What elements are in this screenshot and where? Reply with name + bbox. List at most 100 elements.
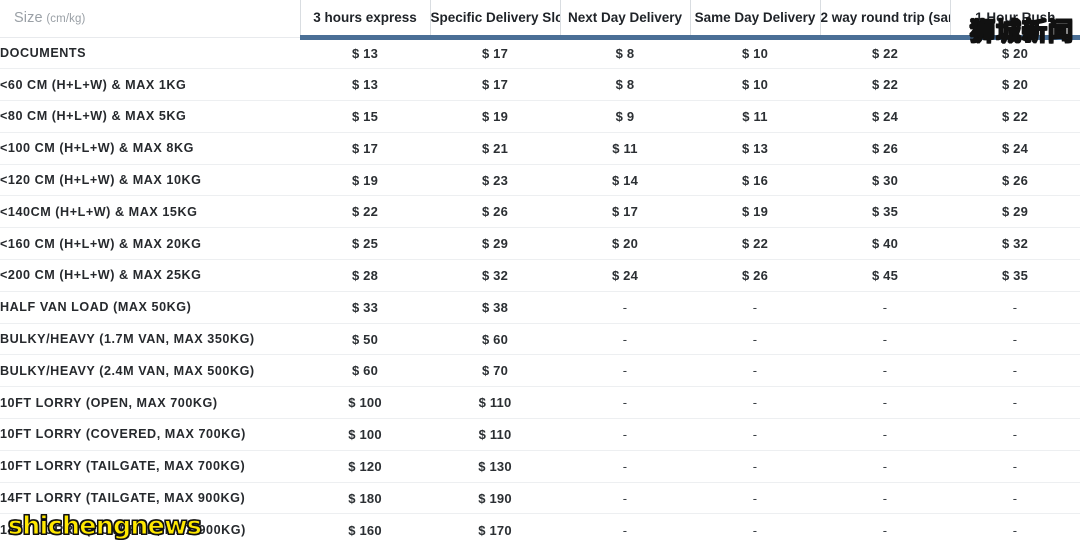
table-header: Size (cm/kg) 3 hours express Specific De… xyxy=(0,0,1080,40)
price-cell: - xyxy=(950,513,1080,546)
column-header-1-hour-rush[interactable]: 1 Hour Rush xyxy=(949,0,1080,40)
price-cell: - xyxy=(690,418,820,451)
row-label: <140CM (H+L+W) & MAX 15KG xyxy=(0,195,300,228)
price-cell: $ 22 xyxy=(690,227,820,260)
table-body: DOCUMENTS $ 13 $ 17 $ 8 $ 10 $ 22 $ 20 <60 CM (… xyxy=(0,37,1080,546)
price-cell: $ 24 xyxy=(950,131,1080,165)
row-label: <200 CM (H+L+W) & MAX 25KG xyxy=(0,259,300,292)
price-cell: - xyxy=(560,322,690,355)
price-cell: $ 17 xyxy=(430,68,560,101)
row-label: 10FT LORRY (COVERED, MAX 700KG) xyxy=(0,418,300,451)
size-column-header: Size (cm/kg) xyxy=(0,0,300,38)
price-cell: $ 110 xyxy=(430,418,560,451)
row-label: <100 CM (H+L+W) & MAX 8KG xyxy=(0,131,300,165)
price-cell: $ 29 xyxy=(950,195,1080,228)
price-cell: $ 35 xyxy=(950,259,1080,292)
price-cell: $ 8 xyxy=(560,68,690,101)
price-cell: - xyxy=(690,481,820,514)
column-header-same-day-delivery[interactable]: Same Day Delivery xyxy=(689,0,820,40)
price-cell: $ 32 xyxy=(430,259,560,292)
price-cell: - xyxy=(820,354,950,387)
price-cell: $ 21 xyxy=(430,131,560,165)
price-cell: $ 33 xyxy=(300,290,430,324)
row-label: 10FT LORRY (TAILGATE, MAX 700KG) xyxy=(0,449,300,483)
size-header-label: Size xyxy=(14,10,43,27)
price-cell: - xyxy=(560,290,690,324)
table-row: 14FT LORRY (TAILGATE, MAX 900KG) $ 180 $ 1… xyxy=(0,481,1080,514)
price-cell: - xyxy=(560,354,690,387)
price-cell: - xyxy=(560,386,690,419)
price-cell: $ 22 xyxy=(820,37,950,69)
price-cell: $ 17 xyxy=(430,37,560,69)
table-row: <140CM (H+L+W) & MAX 15KG $ 22 $ 26 $ 17 $ 1… xyxy=(0,195,1080,228)
column-header-3-hours-express[interactable]: 3 hours express xyxy=(299,0,430,40)
price-cell: $ 13 xyxy=(690,131,820,165)
price-cell: $ 9 xyxy=(560,100,690,133)
price-cell: $ 10 xyxy=(690,37,820,69)
table-row: BULKY/HEAVY (2.4M VAN, MAX 500KG) $ 60 $ 7… xyxy=(0,354,1080,387)
price-cell: $ 38 xyxy=(430,290,560,324)
table-row: <200 CM (H+L+W) & MAX 25KG $ 28 $ 32 $ 24 $ … xyxy=(0,259,1080,292)
price-cell: $ 40 xyxy=(820,227,950,260)
row-label: <160 CM (H+L+W) & MAX 20KG xyxy=(0,227,300,260)
price-cell: $ 26 xyxy=(690,259,820,292)
price-cell: - xyxy=(820,513,950,546)
price-cell: - xyxy=(950,322,1080,355)
price-cell: $ 32 xyxy=(950,227,1080,260)
column-header-2-way-round-trip[interactable]: 2 way round trip (same day) xyxy=(819,0,950,40)
table-row: 10FT LORRY (OPEN, MAX 700KG) $ 100 $ 110- -… xyxy=(0,386,1080,419)
price-cell: $ 17 xyxy=(560,195,690,228)
price-cell: $ 190 xyxy=(430,481,560,514)
price-cell: $ 24 xyxy=(820,100,950,133)
table-row: <80 CM (H+L+W) & MAX 5KG $ 15 $ 19 $ 9 $ 11 $… xyxy=(0,100,1080,133)
price-cell: - xyxy=(690,513,820,546)
price-cell: - xyxy=(820,386,950,419)
price-cell: - xyxy=(560,449,690,483)
price-cell: - xyxy=(690,449,820,483)
price-cell: - xyxy=(820,481,950,514)
row-label: <80 CM (H+L+W) & MAX 5KG xyxy=(0,100,300,133)
price-cell: $ 22 xyxy=(300,195,430,228)
price-cell: $ 35 xyxy=(820,195,950,228)
table-row: <60 CM (H+L+W) & MAX 1KG $ 13 $ 17 $ 8 $ 10 $… xyxy=(0,68,1080,101)
price-cell: - xyxy=(560,481,690,514)
price-cell: - xyxy=(560,513,690,546)
row-label: DOCUMENTS xyxy=(0,37,300,69)
price-cell: - xyxy=(690,354,820,387)
price-cell: $ 26 xyxy=(430,195,560,228)
table-row: BULKY/HEAVY (1.7M VAN, MAX 350KG) $ 50 $ 6… xyxy=(0,322,1080,355)
price-cell: $ 26 xyxy=(950,163,1080,196)
pricing-table: Size (cm/kg) 3 hours express Specific De… xyxy=(0,0,1080,546)
price-cell: - xyxy=(950,481,1080,514)
price-cell: $ 8 xyxy=(560,37,690,69)
price-cell: - xyxy=(950,386,1080,419)
row-label: HALF VAN LOAD (MAX 50KG) xyxy=(0,290,300,324)
table-row: <120 CM (H+L+W) & MAX 10KG $ 19 $ 23 $ 14 $ … xyxy=(0,163,1080,196)
column-header-next-day-delivery[interactable]: Next Day Delivery xyxy=(559,0,690,40)
price-cell: $ 24 xyxy=(560,259,690,292)
price-cell: $ 13 xyxy=(300,37,430,69)
price-cell: $ 130 xyxy=(430,449,560,483)
price-cell: - xyxy=(820,322,950,355)
price-cell: - xyxy=(690,386,820,419)
price-cell: $ 19 xyxy=(690,195,820,228)
column-header-specific-delivery-slot[interactable]: Specific Delivery Slot xyxy=(429,0,560,40)
price-cell: - xyxy=(820,290,950,324)
price-cell: - xyxy=(950,418,1080,451)
price-cell: $ 13 xyxy=(300,68,430,101)
price-cell: - xyxy=(690,322,820,355)
price-cell: $ 28 xyxy=(300,259,430,292)
price-cell: $ 11 xyxy=(560,131,690,165)
price-cell: $ 70 xyxy=(430,354,560,387)
price-cell: $ 25 xyxy=(300,227,430,260)
row-label: 14FT LORRY (COVERED, MAX 900KG) xyxy=(0,513,300,546)
table-row: 10FT LORRY (COVERED, MAX 700KG) $ 100 $ 11… xyxy=(0,418,1080,451)
price-cell: $ 110 xyxy=(430,386,560,419)
price-cell: $ 23 xyxy=(430,163,560,196)
price-cell: $ 20 xyxy=(950,37,1080,69)
price-cell: $ 170 xyxy=(430,513,560,546)
price-cell: - xyxy=(950,354,1080,387)
price-cell: $ 20 xyxy=(950,68,1080,101)
size-header-unit: (cm/kg) xyxy=(46,13,86,26)
price-cell: $ 160 xyxy=(300,513,430,546)
